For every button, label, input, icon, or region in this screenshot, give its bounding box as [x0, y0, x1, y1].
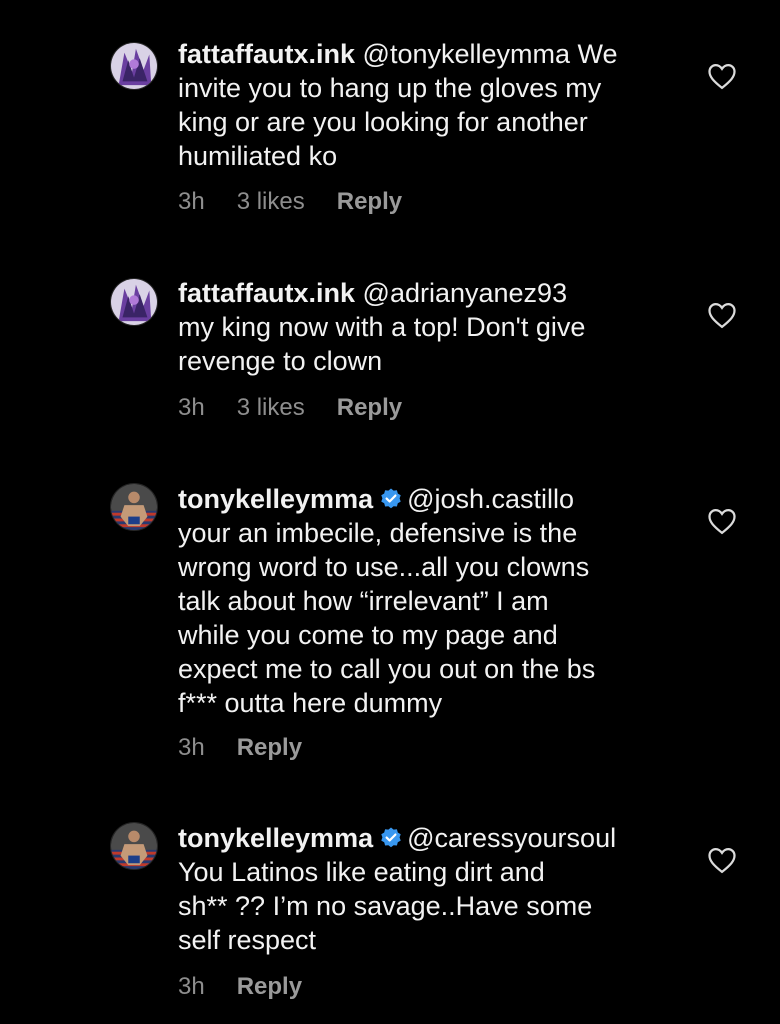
- like-button[interactable]: [707, 62, 737, 90]
- comment-text-line: humiliated ko: [178, 141, 338, 171]
- comment-text-line: while you come to my page and: [178, 620, 558, 650]
- comment-text-line: my king now with a top! Don't give: [178, 312, 586, 342]
- comment-mention[interactable]: @josh.castillo: [407, 484, 574, 514]
- user-avatar[interactable]: [110, 42, 158, 90]
- user-avatar[interactable]: [110, 278, 158, 326]
- comment-mention[interactable]: @adrianyanez93: [363, 278, 568, 308]
- comment-username[interactable]: tonykelleymma: [178, 823, 373, 853]
- reply-button[interactable]: Reply: [337, 188, 402, 215]
- fighter-avatar-icon: [111, 823, 157, 869]
- comment-text-line: You Latinos like eating dirt and: [178, 857, 545, 887]
- comment-username[interactable]: fattaffautx.ink: [178, 39, 355, 69]
- comment-mention[interactable]: @caressyoursoul: [407, 823, 616, 853]
- user-avatar[interactable]: [110, 822, 158, 870]
- comment-text-line: invite you to hang up the gloves my: [178, 73, 602, 103]
- heart-outline-icon: [708, 508, 736, 535]
- comment-text-line: talk about how “irrelevant” I am: [178, 586, 549, 616]
- comment-text-line: self respect: [178, 925, 317, 955]
- comment-text-line: f*** outta here dummy: [178, 688, 443, 718]
- reply-button[interactable]: Reply: [237, 734, 302, 761]
- like-button[interactable]: [707, 846, 737, 874]
- tattoo-art-avatar-icon: [111, 279, 157, 325]
- like-button[interactable]: [707, 301, 737, 329]
- comment-timestamp: 3h: [178, 188, 205, 215]
- comment-text-line: king or are you looking for another: [178, 107, 588, 137]
- like-button[interactable]: [707, 507, 737, 535]
- likes-count[interactable]: 3 likes: [237, 394, 305, 421]
- comment-timestamp: 3h: [178, 973, 205, 1000]
- comment-text-line: sh** ?? I’m no savage..Have some: [178, 891, 593, 921]
- comment-timestamp: 3h: [178, 734, 205, 761]
- heart-outline-icon: [708, 302, 736, 329]
- verified-badge-icon: [379, 485, 403, 509]
- comment-text-line: your an imbecile, defensive is the: [178, 518, 578, 548]
- likes-count[interactable]: 3 likes: [237, 188, 305, 215]
- heart-outline-icon: [708, 63, 736, 90]
- heart-outline-icon: [708, 847, 736, 874]
- reply-button[interactable]: Reply: [337, 394, 402, 421]
- user-avatar[interactable]: [110, 483, 158, 531]
- verified-badge-icon: [379, 824, 403, 848]
- comment-username[interactable]: fattaffautx.ink: [178, 278, 355, 308]
- reply-button[interactable]: Reply: [237, 973, 302, 1000]
- comment-mention[interactable]: @tonykelleymma We: [363, 39, 618, 69]
- comment-username[interactable]: tonykelleymma: [178, 484, 373, 514]
- fighter-avatar-icon: [111, 484, 157, 530]
- comment-text-line: revenge to clown: [178, 346, 383, 376]
- comment-timestamp: 3h: [178, 394, 205, 421]
- tattoo-art-avatar-icon: [111, 43, 157, 89]
- comment-text-line: wrong word to use...all you clowns: [178, 552, 590, 582]
- comment-text-line: expect me to call you out on the bs: [178, 654, 596, 684]
